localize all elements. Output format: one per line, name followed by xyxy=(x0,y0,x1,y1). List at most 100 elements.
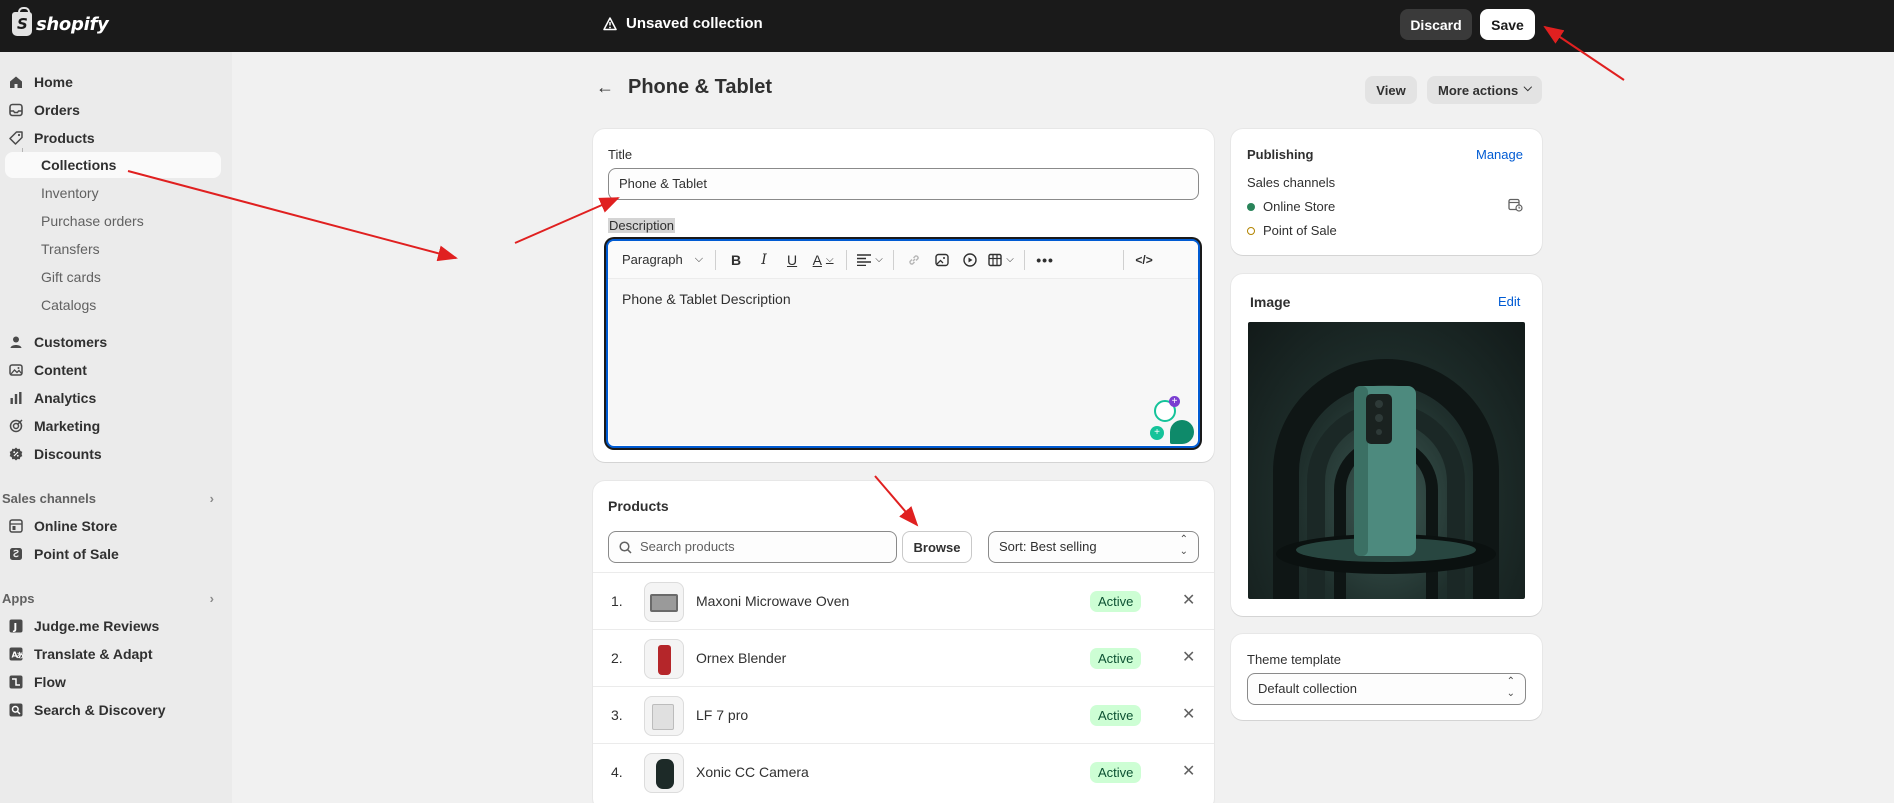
search-discovery-icon xyxy=(8,702,24,718)
insert-image-icon[interactable] xyxy=(928,247,956,273)
table-row[interactable]: 3. LF 7 pro Active ✕ xyxy=(593,686,1214,743)
image-icon xyxy=(8,362,24,378)
sidebar-item-purchase-orders[interactable]: Purchase orders xyxy=(41,208,144,234)
unsaved-status-text: Unsaved collection xyxy=(626,15,763,32)
sales-channels-label: Sales channels xyxy=(2,491,96,506)
sidebar-item-label: Discounts xyxy=(34,446,102,462)
title-input-value: Phone & Tablet xyxy=(619,176,707,191)
manage-link[interactable]: Manage xyxy=(1476,147,1523,162)
sidebar-item-label: Translate & Adapt xyxy=(34,646,153,662)
sidebar-item-flow[interactable]: Flow xyxy=(8,669,66,695)
sidebar-item-discounts[interactable]: Discounts xyxy=(8,441,102,467)
edit-image-link[interactable]: Edit xyxy=(1498,294,1520,309)
remove-icon[interactable]: ✕ xyxy=(1182,761,1195,781)
toolbar-divider xyxy=(1024,249,1026,270)
sidebar-item-gift-cards[interactable]: Gift cards xyxy=(41,264,101,290)
sidebar-item-label: Purchase orders xyxy=(41,213,144,229)
theme-template-value: Default collection xyxy=(1258,681,1357,696)
text-color-icon[interactable]: A ⌵ xyxy=(806,247,840,273)
grammarly-icon[interactable]: + xyxy=(1154,396,1180,422)
page-header: ← Phone & Tablet xyxy=(596,76,772,99)
search-products-input[interactable]: Search products xyxy=(608,531,897,563)
italic-icon[interactable]: I xyxy=(750,247,778,273)
status-badge: Active xyxy=(1090,705,1142,726)
title-label: Title xyxy=(608,147,633,162)
chevron-right-icon: › xyxy=(209,591,214,606)
product-name: LF 7 pro xyxy=(696,707,749,723)
link-icon[interactable] xyxy=(900,247,928,273)
sidebar-item-analytics[interactable]: Analytics xyxy=(8,385,96,411)
sidebar-item-translate-adapt[interactable]: Aあ Translate & Adapt xyxy=(8,641,153,667)
table-row[interactable]: 4. Xonic CC Camera Active ✕ xyxy=(593,743,1214,800)
discard-button[interactable]: Discard xyxy=(1400,9,1472,40)
underline-icon[interactable]: U xyxy=(778,247,806,273)
sidebar-item-customers[interactable]: Customers xyxy=(8,329,107,355)
editor-toolbar: Paragraph ⌵ B I U A ⌵ ⌵ ⌵ ••• </> xyxy=(608,241,1198,279)
chevron-down-icon: ⌵ xyxy=(1523,82,1532,94)
back-arrow-icon[interactable]: ← xyxy=(596,77,614,98)
channel-label: Point of Sale xyxy=(1263,223,1337,238)
search-icon xyxy=(619,541,632,554)
remove-icon[interactable]: ✕ xyxy=(1182,590,1195,610)
publishing-heading: Publishing xyxy=(1247,147,1314,162)
title-input[interactable]: Phone & Tablet xyxy=(608,168,1199,200)
toolbar-divider xyxy=(893,249,895,270)
save-button[interactable]: Save xyxy=(1480,9,1535,40)
insert-table-icon[interactable]: ⌵ xyxy=(984,247,1018,273)
logo-text: shopify xyxy=(36,13,109,35)
collection-image[interactable] xyxy=(1248,322,1525,599)
sidebar-item-marketing[interactable]: Marketing xyxy=(8,413,100,439)
table-row[interactable]: 1. Maxoni Microwave Oven Active ✕ xyxy=(593,572,1214,629)
bar-chart-icon xyxy=(8,390,24,406)
sidebar-item-content[interactable]: Content xyxy=(8,357,87,383)
sidebar-item-catalogs[interactable]: Catalogs xyxy=(41,292,96,318)
sidebar-item-point-of-sale[interactable]: Point of Sale xyxy=(8,541,119,567)
lightbulb-icon[interactable]: + xyxy=(1150,426,1164,440)
assistant-bubble-icon[interactable] xyxy=(1170,420,1194,444)
bold-icon[interactable]: B xyxy=(722,247,750,273)
insert-video-icon[interactable] xyxy=(956,247,984,273)
theme-template-select[interactable]: Default collection ⌃ ⌄ xyxy=(1247,673,1526,705)
sidebar-item-collections[interactable]: Collections xyxy=(5,152,221,178)
more-actions-label: More actions xyxy=(1438,82,1519,98)
sidebar-item-products[interactable]: Products xyxy=(8,125,95,151)
align-icon[interactable]: ⌵ xyxy=(853,247,887,273)
shopify-logo[interactable]: S shopify xyxy=(12,7,109,36)
select-chevrons-icon: ⌃ ⌄ xyxy=(1506,676,1515,699)
sort-select[interactable]: Sort: Best selling ⌃ ⌄ xyxy=(988,531,1199,563)
product-thumbnail xyxy=(644,696,684,736)
sales-channels-header[interactable]: Sales channels › xyxy=(2,491,214,506)
paragraph-format-select[interactable]: Paragraph ⌵ xyxy=(622,247,709,273)
shopify-bag-icon: S xyxy=(12,7,32,36)
view-button[interactable]: View xyxy=(1365,76,1417,104)
description-editor[interactable]: Paragraph ⌵ B I U A ⌵ ⌵ ⌵ ••• </> Phone &… xyxy=(606,239,1200,448)
remove-icon[interactable]: ✕ xyxy=(1182,647,1195,667)
sidebar-item-label: Flow xyxy=(34,674,66,690)
sidebar-item-label: Judge.me Reviews xyxy=(34,618,160,634)
code-view-icon[interactable]: </> xyxy=(1130,247,1158,273)
paragraph-format-label: Paragraph xyxy=(622,252,683,267)
more-actions-button[interactable]: More actions ⌵ xyxy=(1427,76,1542,104)
sidebar-item-home[interactable]: Home xyxy=(8,69,73,95)
table-row[interactable]: 2. Ornex Blender Active ✕ xyxy=(593,629,1214,686)
sidebar-item-search-discovery[interactable]: Search & Discovery xyxy=(8,697,166,723)
apps-header[interactable]: Apps › xyxy=(2,591,214,606)
calendar-schedule-icon[interactable] xyxy=(1508,197,1523,212)
sidebar-item-label: Analytics xyxy=(34,390,97,406)
chevron-down-icon: ⌵ xyxy=(694,253,704,265)
sidebar-item-label: Marketing xyxy=(34,418,101,434)
discount-icon xyxy=(8,446,24,462)
sidebar-item-inventory[interactable]: Inventory xyxy=(41,180,99,206)
browse-button[interactable]: Browse xyxy=(902,531,972,563)
sidebar-item-online-store[interactable]: Online Store xyxy=(8,513,117,539)
sidebar-item-transfers[interactable]: Transfers xyxy=(41,236,100,262)
image-heading: Image xyxy=(1250,294,1291,310)
judgeme-icon: J xyxy=(8,618,24,634)
status-dot-active xyxy=(1247,202,1255,211)
sales-channels-subheading: Sales channels xyxy=(1247,175,1336,190)
person-icon xyxy=(8,334,24,350)
more-options-icon[interactable]: ••• xyxy=(1031,247,1059,273)
remove-icon[interactable]: ✕ xyxy=(1182,704,1195,724)
sidebar-item-orders[interactable]: Orders xyxy=(8,97,80,123)
sidebar-item-judgeme[interactable]: J Judge.me Reviews xyxy=(8,613,159,639)
